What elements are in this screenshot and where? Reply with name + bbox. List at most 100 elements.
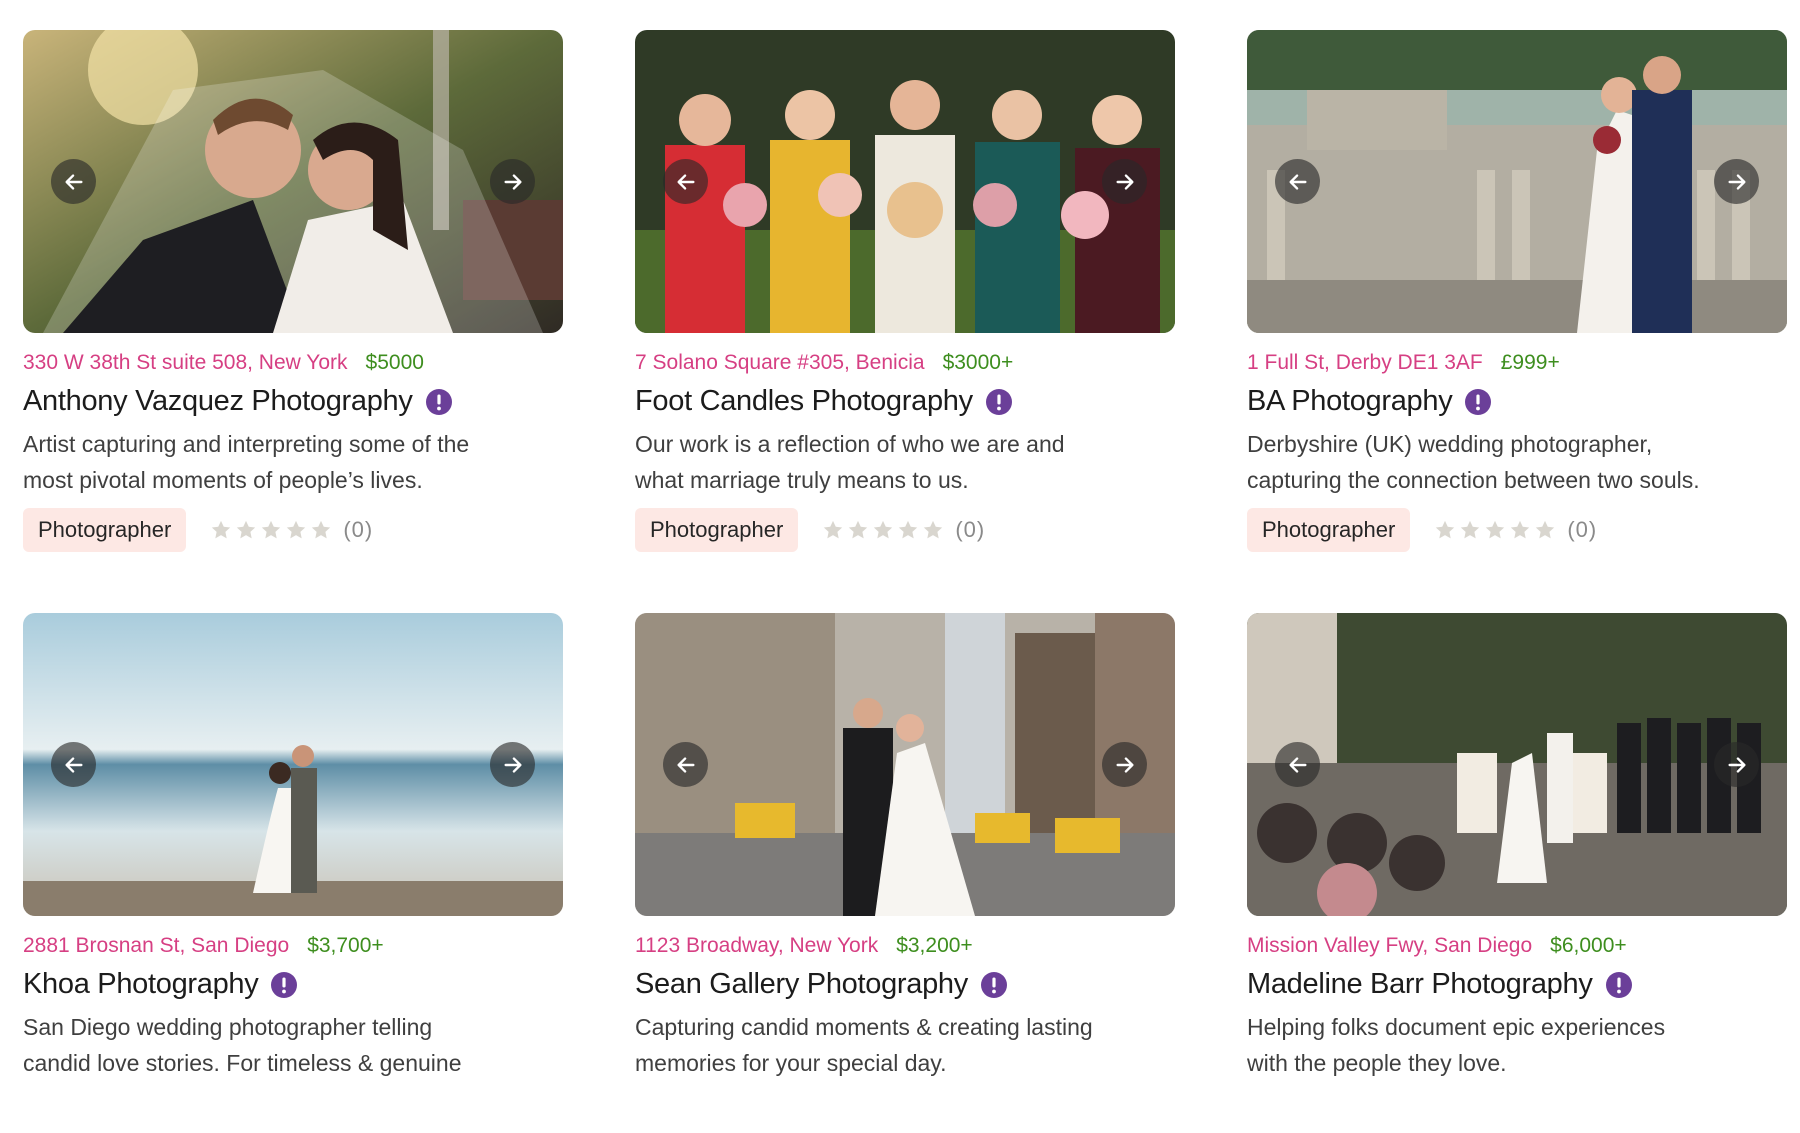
star-icon <box>1461 520 1480 539</box>
next-photo-button[interactable] <box>1102 742 1147 787</box>
next-photo-button[interactable] <box>1714 159 1759 204</box>
listing-description: Artist capturing and interpreting some o… <box>23 426 543 498</box>
prev-photo-button[interactable] <box>51 742 96 787</box>
listing-title[interactable]: Anthony Vazquez Photography <box>23 385 413 418</box>
listing-photo <box>1247 613 1787 916</box>
star-icon <box>237 520 256 539</box>
description-line: memories for your special day. <box>635 1050 947 1076</box>
prev-photo-button[interactable] <box>51 159 96 204</box>
description-line: Our work is a reflection of who we are a… <box>635 431 1065 457</box>
prev-photo-button[interactable] <box>1275 159 1320 204</box>
star-rating: (0) <box>822 517 985 543</box>
listing-title[interactable]: Khoa Photography <box>23 968 259 1001</box>
description-line: Capturing candid moments & creating last… <box>635 1014 1093 1040</box>
listing-price: $3000+ <box>942 351 1014 374</box>
star-icon <box>849 520 868 539</box>
next-photo-button[interactable] <box>490 159 535 204</box>
listing-title[interactable]: BA Photography <box>1247 385 1453 418</box>
listing-description: Our work is a reflection of who we are a… <box>635 426 1155 498</box>
next-photo-button[interactable] <box>490 742 535 787</box>
category-tag[interactable]: Photographer <box>23 508 187 552</box>
listing-card[interactable]: 1 Full St, Derby DE1 3AF £999+ BA Photogr… <box>1247 30 1787 613</box>
arrow-left-icon <box>64 756 83 773</box>
verified-badge-icon <box>425 388 452 415</box>
description-line: Derbyshire (UK) wedding photographer, <box>1247 431 1653 457</box>
next-photo-button[interactable] <box>1714 742 1759 787</box>
arrow-left-icon <box>676 173 695 190</box>
listing-photo-carousel[interactable] <box>1247 613 1787 916</box>
star-rating: (0) <box>1434 517 1597 543</box>
star-icon <box>824 520 843 539</box>
listing-address: Mission Valley Fwy, San Diego <box>1247 934 1533 957</box>
description-line: with the people they love. <box>1247 1050 1507 1076</box>
listing-photo-carousel[interactable] <box>1247 30 1787 333</box>
listing-card[interactable]: 2881 Brosnan St, San Diego $3,700+ Khoa P… <box>23 613 563 1133</box>
verified-badge-icon <box>985 388 1012 415</box>
listing-photo-carousel[interactable] <box>635 30 1175 333</box>
listing-address: 1123 Broadway, New York <box>635 934 879 957</box>
listing-price: £999+ <box>1500 351 1560 374</box>
description-line: San Diego wedding photographer telling <box>23 1014 433 1040</box>
arrow-left-icon <box>1288 173 1307 190</box>
prev-photo-button[interactable] <box>663 159 708 204</box>
listing-photo <box>635 30 1175 333</box>
star-icon <box>287 520 306 539</box>
verified-badge-icon <box>980 971 1007 998</box>
star-icon <box>1436 520 1455 539</box>
listing-description: Derbyshire (UK) wedding photographer, cap… <box>1247 426 1767 498</box>
listing-photo-carousel[interactable] <box>23 613 563 916</box>
arrow-right-icon <box>1727 173 1746 190</box>
star-rating: (0) <box>210 517 373 543</box>
listing-title[interactable]: Sean Gallery Photography <box>635 968 968 1001</box>
arrow-left-icon <box>676 756 695 773</box>
listing-description: Helping folks document epic experiences w… <box>1247 1009 1767 1081</box>
next-photo-button[interactable] <box>1102 159 1147 204</box>
description-line: most pivotal moments of people’s lives. <box>23 467 423 493</box>
listing-card[interactable]: 1123 Broadway, New York $3,200+ Sean Gall… <box>635 613 1175 1133</box>
listing-description: San Diego wedding photographer telling ca… <box>23 1009 543 1081</box>
star-icon <box>212 520 231 539</box>
listing-price: $5000 <box>365 351 424 374</box>
listing-card[interactable]: 330 W 38th St suite 508, New York $5000 A… <box>23 30 563 613</box>
review-count: (0) <box>1567 517 1598 542</box>
listing-photo <box>1247 30 1787 333</box>
star-icon <box>262 520 281 539</box>
listing-photo <box>23 613 563 916</box>
category-tag[interactable]: Photographer <box>1247 508 1411 552</box>
description-line: Artist capturing and interpreting some o… <box>23 431 470 457</box>
description-line: what marriage truly means to us. <box>635 467 969 493</box>
listing-photo <box>635 613 1175 916</box>
listing-grid: 330 W 38th St suite 508, New York $5000 A… <box>23 30 1787 1133</box>
listing-card[interactable]: 7 Solano Square #305, Benicia $3000+ Foot… <box>635 30 1175 613</box>
listing-title[interactable]: Madeline Barr Photography <box>1247 968 1593 1001</box>
listing-photo-carousel[interactable] <box>635 613 1175 916</box>
arrow-left-icon <box>1288 756 1307 773</box>
prev-photo-button[interactable] <box>663 742 708 787</box>
listing-title[interactable]: Foot Candles Photography <box>635 385 973 418</box>
listing-price: $3,700+ <box>307 934 384 957</box>
arrow-right-icon <box>1115 173 1134 190</box>
review-count: (0) <box>343 517 374 542</box>
verified-badge-icon <box>1465 388 1492 415</box>
listing-photo-carousel[interactable] <box>23 30 563 333</box>
listing-address: 2881 Brosnan St, San Diego <box>23 934 290 957</box>
listing-address: 330 W 38th St suite 508, New York <box>23 351 348 374</box>
listing-photo <box>23 30 563 333</box>
review-count: (0) <box>955 517 986 542</box>
arrow-right-icon <box>503 173 522 190</box>
listing-price: $3,200+ <box>896 934 973 957</box>
verified-badge-icon <box>1605 971 1632 998</box>
star-icon <box>1511 520 1530 539</box>
prev-photo-button[interactable] <box>1275 742 1320 787</box>
category-tag[interactable]: Photographer <box>635 508 799 552</box>
description-line: capturing the connection between two sou… <box>1247 467 1700 493</box>
arrow-right-icon <box>503 756 522 773</box>
listing-price: $6,000+ <box>1550 934 1627 957</box>
arrow-right-icon <box>1115 756 1134 773</box>
listing-address: 1 Full St, Derby DE1 3AF <box>1247 351 1483 374</box>
star-icon <box>874 520 893 539</box>
star-icon <box>1486 520 1505 539</box>
listing-address: 7 Solano Square #305, Benicia <box>635 351 925 374</box>
description-line: candid love stories. For timeless & genu… <box>23 1050 462 1076</box>
listing-card[interactable]: Mission Valley Fwy, San Diego $6,000+ Mad… <box>1247 613 1787 1133</box>
